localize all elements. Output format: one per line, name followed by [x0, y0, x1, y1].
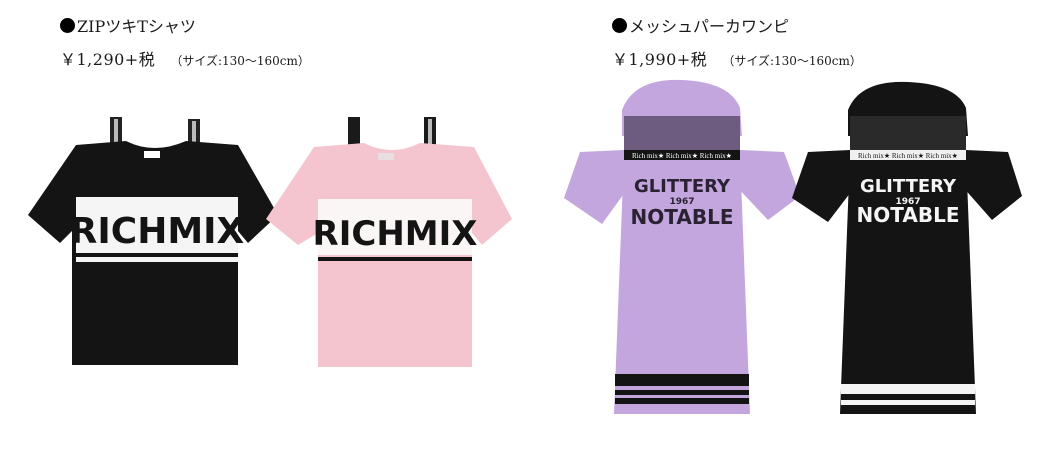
tape-text: Rich mix★ Rich mix★ Rich mix★ — [858, 152, 958, 160]
product-price: ￥1,290+税 — [60, 50, 156, 69]
bullet-icon — [60, 17, 75, 33]
product-size: （サイズ:130〜160cm） — [170, 54, 310, 68]
product-name: ZIPツキTシャツ — [77, 17, 196, 36]
dress-print-line3: NOTABLE — [857, 203, 960, 227]
lavender-hooded-dress-image: Rich mix★ Rich mix★ Rich mix★ GLITTERY 1… — [562, 78, 806, 422]
shirt-print-text: RICHMIX — [313, 214, 478, 254]
product-name: メッシュパーカワンピ — [629, 17, 790, 36]
dress-print-line3: NOTABLE — [631, 205, 734, 229]
black-zip-tshirt-image: RICHMIX — [26, 115, 280, 377]
product-size: （サイズ:130〜160cm） — [722, 54, 862, 68]
pink-zip-tshirt-image: RICHMIX — [264, 115, 514, 377]
product-title: メッシュパーカワンピ — [612, 13, 789, 37]
price-line: ￥1,290+税 （サイズ:130〜160cm） — [60, 46, 310, 70]
dress-print-line1: GLITTERY — [860, 176, 957, 197]
black-hooded-dress-image: Rich mix★ Rich mix★ Rich mix★ GLITTERY 1… — [790, 80, 1030, 422]
product-title: ZIPツキTシャツ — [60, 13, 196, 37]
shirt-print-text: RICHMIX — [70, 211, 245, 252]
bullet-icon — [612, 17, 627, 33]
dress-print-line1: GLITTERY — [634, 176, 731, 197]
product-price: ￥1,990+税 — [612, 50, 708, 69]
tape-text: Rich mix★ Rich mix★ Rich mix★ — [632, 152, 732, 160]
price-line: ￥1,990+税 （サイズ:130〜160cm） — [612, 46, 862, 70]
